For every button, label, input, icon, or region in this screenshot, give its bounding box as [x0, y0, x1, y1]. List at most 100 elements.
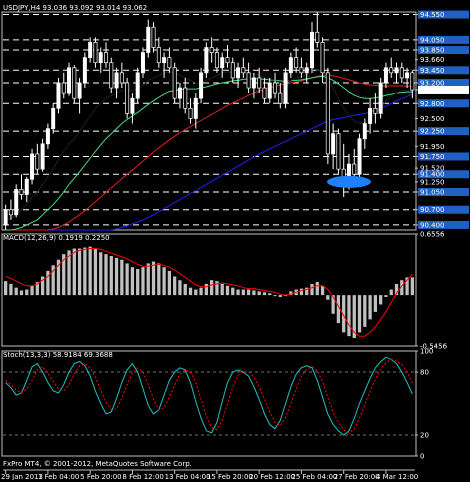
candle-body: [188, 107, 193, 119]
macd-histogram-bar: [262, 292, 267, 296]
candle-body: [236, 67, 241, 79]
candle-body: [209, 47, 214, 53]
candle-body: [193, 97, 198, 119]
candle-body: [40, 143, 45, 170]
macd-histogram-bar: [9, 283, 13, 296]
macd-histogram-bar: [130, 267, 135, 296]
candle-body: [378, 82, 383, 114]
candle-body: [146, 26, 151, 53]
macd-histogram-bar: [357, 295, 362, 333]
candle-body: [262, 87, 267, 99]
macd-histogram-bar: [77, 248, 82, 296]
macd-histogram-bar: [46, 270, 50, 296]
macd-header: MACD(12,26,9) 0.1919 0.2250: [3, 234, 110, 242]
macd-histogram-bar: [231, 287, 235, 296]
candle-body: [19, 189, 24, 195]
candle-body: [98, 52, 103, 64]
macd-histogram-bar: [241, 289, 245, 296]
macd-histogram-bar: [93, 248, 98, 296]
candle-body: [156, 47, 161, 64]
macd-histogram-bar: [188, 287, 193, 296]
price-axis-label: 91.050: [420, 188, 445, 196]
candle-body: [230, 62, 235, 79]
macd-histogram-bar: [4, 281, 8, 296]
time-axis-label: 13 Feb 04:00: [165, 473, 211, 480]
candle-body: [88, 42, 93, 58]
macd-histogram-bar: [363, 295, 367, 327]
time-axis-label: 8 Feb 12:00: [122, 473, 163, 480]
current-price-label: 93.062: [420, 86, 445, 94]
stochastic-axis-label: 100: [420, 348, 433, 356]
price-axis-label: 92.500: [420, 115, 445, 123]
candle-body: [104, 52, 108, 64]
macd-histogram-bar: [25, 289, 29, 296]
chart-window: 94.550 94.050 93.850 93.660 93.450 93.200 93.0…: [0, 0, 470, 481]
candle-body: [72, 67, 77, 99]
candle-body: [125, 82, 130, 114]
macd-histogram-bar: [19, 290, 24, 296]
candle-body: [246, 72, 251, 89]
candle-body: [278, 92, 283, 104]
symbol-header: USDJPY,H4 93.036 93.092 93.014 93.062: [3, 4, 147, 12]
candle-body: [177, 87, 182, 99]
time-axis-label: 5 Feb 20:00: [80, 473, 121, 480]
macd-histogram-bar: [204, 283, 208, 296]
candle-body: [35, 153, 40, 170]
candle-body: [45, 128, 50, 145]
macd-histogram-bar: [151, 261, 156, 296]
price-axis-label: 90.700: [420, 206, 445, 214]
macd-histogram-bar: [246, 289, 251, 296]
candle-body: [288, 57, 293, 74]
candle-body: [310, 31, 314, 69]
candle-body: [325, 72, 330, 155]
candle-body: [383, 67, 388, 84]
candle-body: [299, 67, 304, 74]
macd-histogram-bar: [167, 270, 172, 296]
candle-body: [304, 67, 309, 74]
candle-body: [368, 107, 373, 124]
candle-body: [8, 209, 13, 216]
macd-histogram-bar: [326, 295, 330, 300]
macd-histogram-bar: [310, 283, 314, 296]
price-axis-label: 94.550: [420, 11, 445, 19]
stochastic-axis-label: 80: [420, 369, 429, 377]
macd-histogram-bar: [225, 285, 230, 296]
candle-body: [183, 87, 188, 109]
price-axis-label: 93.660: [420, 56, 445, 64]
macd-histogram-bar: [173, 276, 177, 296]
macd-histogram-bar: [268, 293, 272, 296]
candle-body: [30, 153, 35, 180]
macd-histogram-bar: [99, 252, 103, 296]
price-axis-label: 92.800: [420, 100, 445, 108]
time-axis-label: 1 Feb 04:00: [38, 473, 79, 480]
candle-body: [410, 72, 415, 91]
macd-histogram-bar: [194, 289, 198, 296]
stochastic-axis-label: 20: [420, 432, 429, 440]
macd-histogram-bar: [14, 287, 18, 296]
candle-body: [320, 42, 325, 74]
macd-axis-label: 0.6556: [420, 231, 445, 239]
macd-histogram-bar: [83, 247, 87, 296]
candle-body: [135, 72, 140, 99]
price-axis-label: 91.250: [420, 178, 445, 186]
candle-body: [172, 67, 177, 99]
candle-body: [162, 57, 167, 64]
candle-body: [389, 67, 394, 74]
price-axis-label: 90.400: [420, 221, 445, 229]
candle-body: [399, 67, 404, 79]
stochastic-header: Stoch(13,3,3) 58.9184 69.3688: [3, 351, 113, 359]
macd-histogram-bar: [273, 295, 277, 297]
macd-histogram-bar: [30, 285, 34, 296]
candle-body: [119, 72, 124, 84]
candle-body: [241, 67, 246, 74]
candle-body: [56, 82, 61, 109]
macd-histogram-bar: [136, 269, 140, 296]
candle-body: [130, 97, 135, 114]
candle-body: [151, 26, 156, 48]
price-axis-label: 93.850: [420, 47, 445, 55]
macd-histogram-bar: [347, 295, 351, 337]
time-axis-label: 15 Feb 20:00: [207, 473, 253, 480]
candle-body: [167, 57, 172, 69]
macd-histogram-bar: [109, 255, 113, 296]
macd-histogram-bar: [379, 295, 383, 305]
